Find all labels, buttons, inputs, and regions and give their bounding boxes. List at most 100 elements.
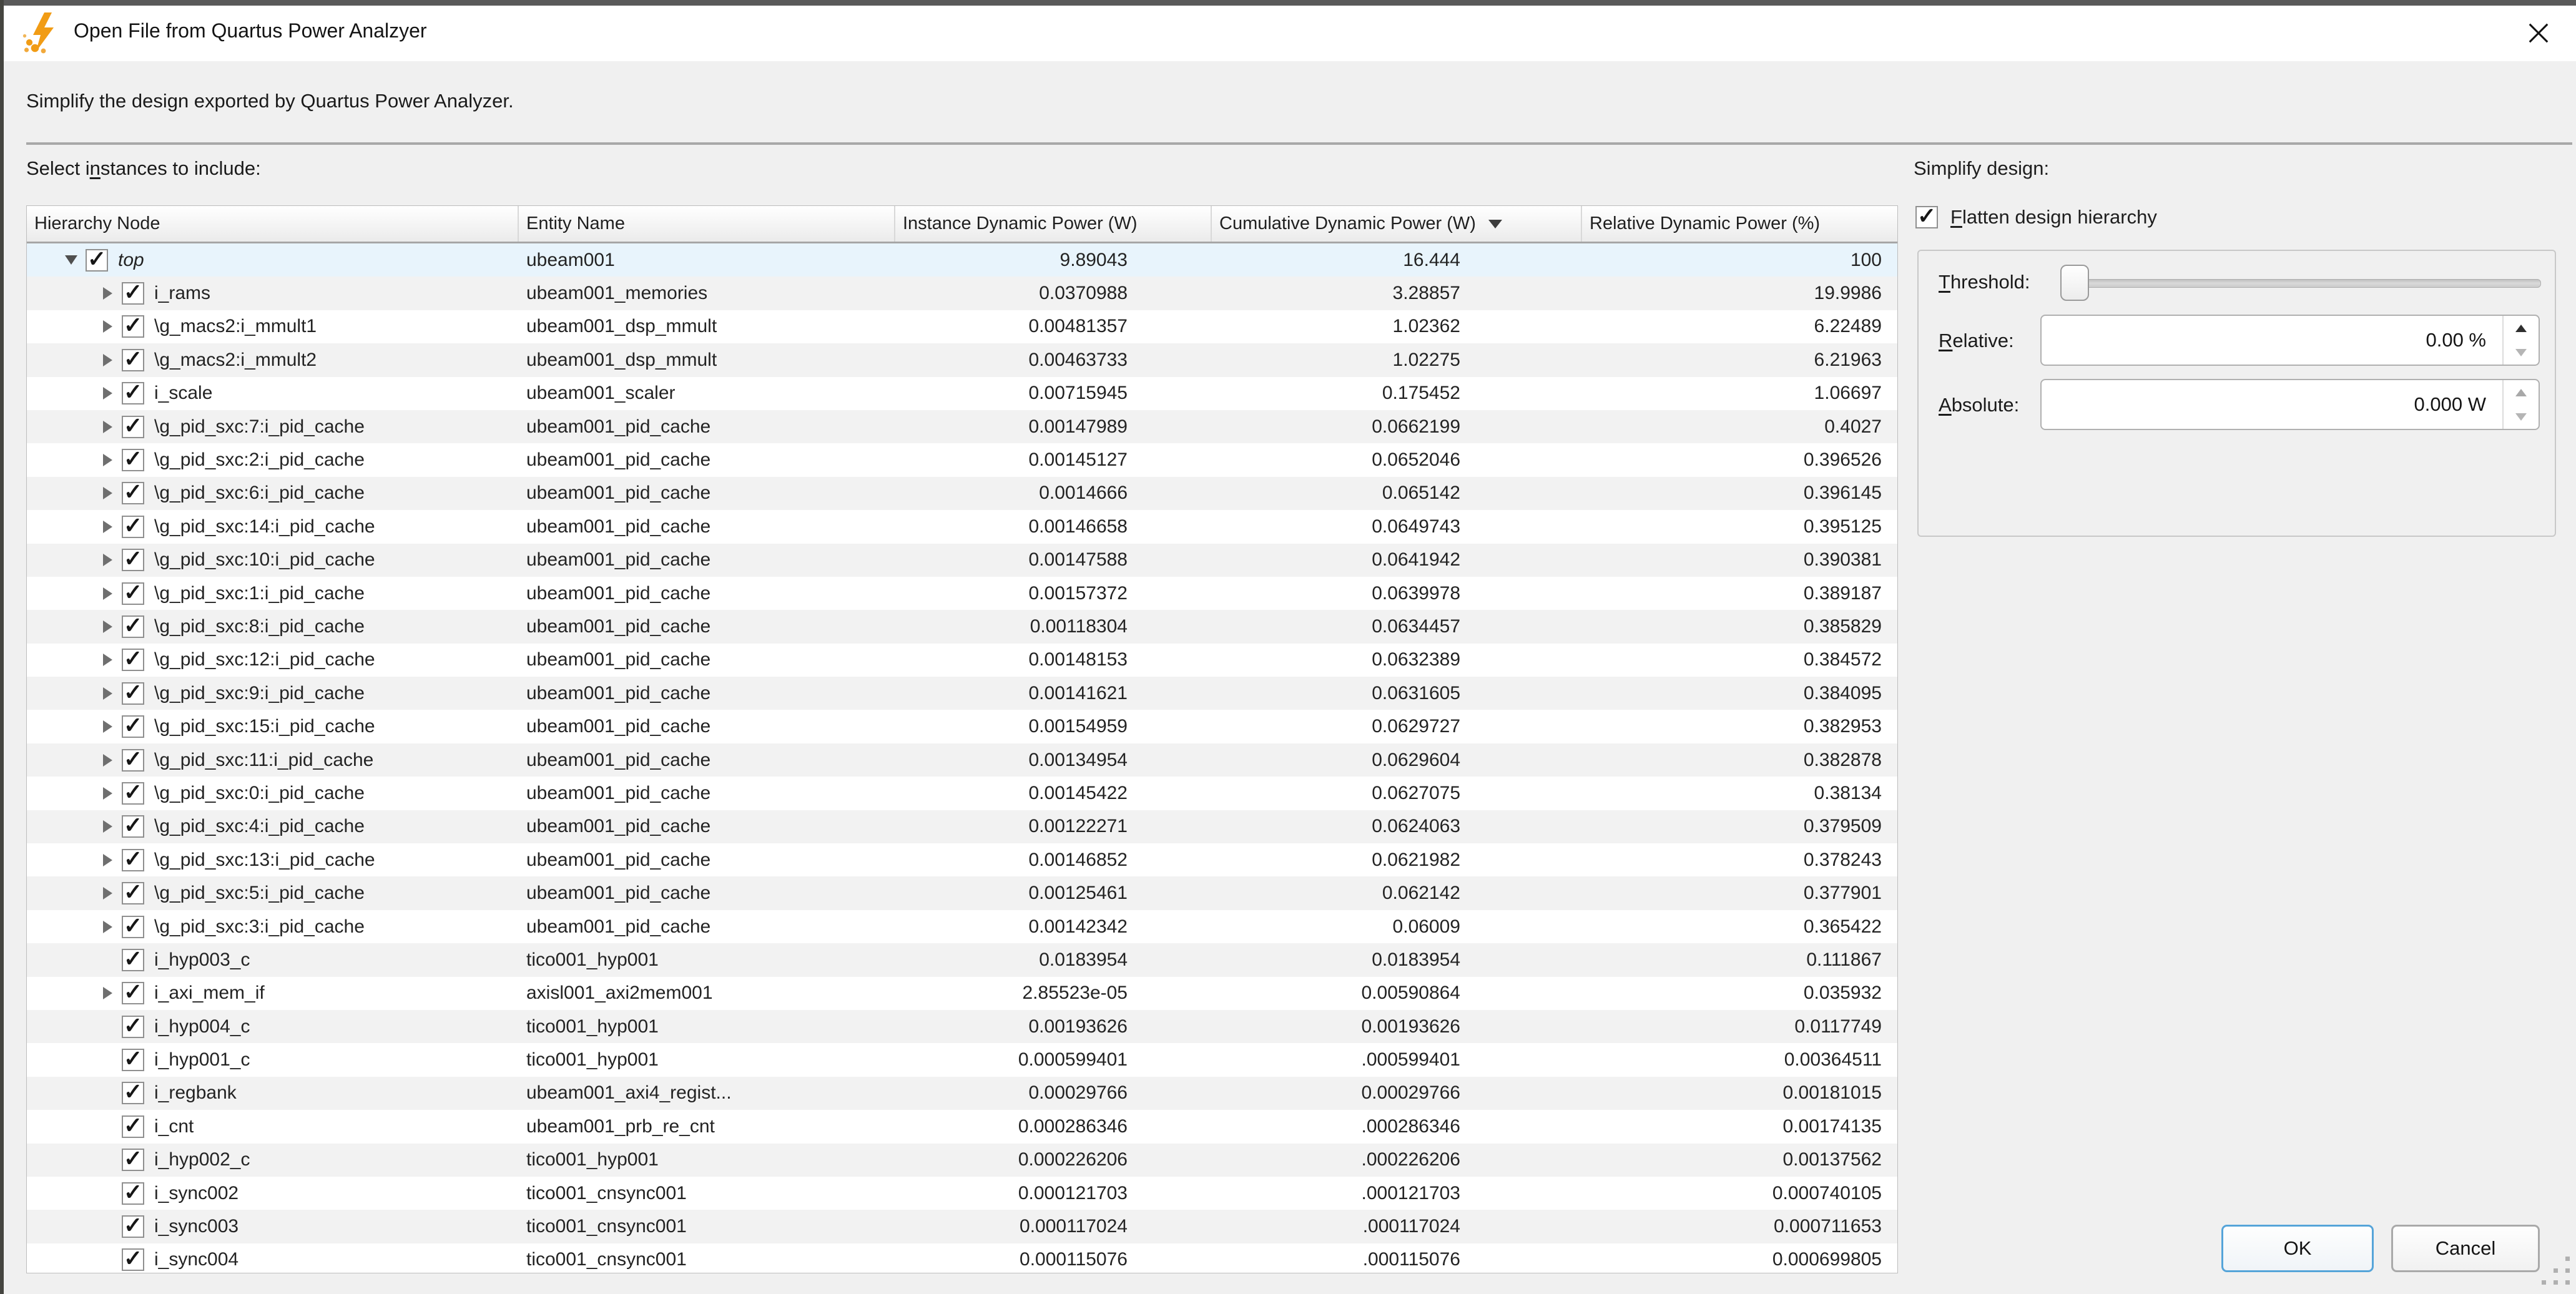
table-row[interactable]: \g_pid_sxc:7:i_pid_cacheubeam001_pid_cac… <box>27 410 1897 443</box>
table-row[interactable]: i_axi_mem_ifaxisl001_axi2mem0012.85523e-… <box>27 977 1897 1010</box>
row-checkbox[interactable] <box>122 1049 144 1071</box>
row-checkbox[interactable] <box>122 782 144 805</box>
row-checkbox[interactable] <box>122 315 144 338</box>
table-row[interactable]: \g_pid_sxc:6:i_pid_cacheubeam001_pid_cac… <box>27 477 1897 510</box>
table-row[interactable]: \g_pid_sxc:9:i_pid_cacheubeam001_pid_cac… <box>27 677 1897 710</box>
row-checkbox[interactable] <box>122 449 144 471</box>
flatten-hierarchy-checkbox[interactable] <box>1915 206 1938 228</box>
expand-icon[interactable] <box>93 820 122 833</box>
expand-icon[interactable] <box>93 587 122 600</box>
table-row[interactable]: \g_pid_sxc:13:i_pid_cacheubeam001_pid_ca… <box>27 843 1897 876</box>
expand-icon[interactable] <box>93 687 122 700</box>
threshold-slider-handle[interactable] <box>2060 265 2089 301</box>
table-row[interactable]: topubeam0019.8904316.444100 <box>27 243 1897 277</box>
row-checkbox[interactable] <box>122 482 144 504</box>
column-header-relative-power[interactable]: Relative Dynamic Power (%) <box>1582 206 1897 242</box>
row-checkbox[interactable] <box>122 1016 144 1038</box>
row-checkbox[interactable] <box>122 715 144 738</box>
row-checkbox[interactable] <box>122 1248 144 1271</box>
absolute-spinbox[interactable]: 0.000 W <box>2040 379 2540 430</box>
table-row[interactable]: \g_pid_sxc:1:i_pid_cacheubeam001_pid_cac… <box>27 577 1897 610</box>
expand-icon[interactable] <box>93 287 122 300</box>
absolute-spin-down-icon[interactable] <box>2504 404 2539 429</box>
table-row[interactable]: \g_pid_sxc:11:i_pid_cacheubeam001_pid_ca… <box>27 743 1897 777</box>
expand-icon[interactable] <box>93 987 122 999</box>
row-checkbox[interactable] <box>122 916 144 938</box>
table-row[interactable]: \g_pid_sxc:5:i_pid_cacheubeam001_pid_cac… <box>27 876 1897 909</box>
relative-spin-up-icon[interactable] <box>2504 316 2539 340</box>
table-row[interactable]: i_sync002tico001_cnsync0010.000121703.00… <box>27 1177 1897 1210</box>
expand-icon[interactable] <box>93 320 122 333</box>
expand-icon[interactable] <box>93 620 122 633</box>
expand-icon[interactable] <box>93 521 122 533</box>
expand-icon[interactable] <box>93 720 122 733</box>
expand-icon[interactable] <box>93 754 122 767</box>
row-checkbox[interactable] <box>122 582 144 605</box>
table-row[interactable]: \g_pid_sxc:0:i_pid_cacheubeam001_pid_cac… <box>27 777 1897 810</box>
expand-icon[interactable] <box>93 787 122 800</box>
expand-icon[interactable] <box>93 454 122 466</box>
row-checkbox[interactable] <box>122 516 144 538</box>
table-row[interactable]: i_regbankubeam001_axi4_regist...0.000297… <box>27 1077 1897 1110</box>
row-checkbox[interactable] <box>122 615 144 638</box>
table-row[interactable]: i_sync003tico001_cnsync0010.000117024.00… <box>27 1210 1897 1243</box>
row-checkbox[interactable] <box>86 249 108 272</box>
column-header-hierarchy-node[interactable]: Hierarchy Node <box>27 206 519 242</box>
column-header-instance-power[interactable]: Instance Dynamic Power (W) <box>895 206 1212 242</box>
table-row[interactable]: \g_macs2:i_mmult2ubeam001_dsp_mmult0.004… <box>27 343 1897 376</box>
row-checkbox[interactable] <box>122 682 144 705</box>
row-checkbox[interactable] <box>122 849 144 871</box>
expand-icon[interactable] <box>93 487 122 499</box>
row-checkbox[interactable] <box>122 416 144 438</box>
table-row[interactable]: i_ramsubeam001_memories0.03709883.288571… <box>27 277 1897 310</box>
column-header-entity-name[interactable]: Entity Name <box>519 206 895 242</box>
row-checkbox[interactable] <box>122 349 144 371</box>
table-row[interactable]: \g_pid_sxc:12:i_pid_cacheubeam001_pid_ca… <box>27 644 1897 677</box>
ok-button[interactable]: OK <box>2221 1225 2374 1272</box>
table-row[interactable]: i_cntubeam001_prb_re_cnt0.000286346.0002… <box>27 1110 1897 1143</box>
table-row[interactable]: \g_pid_sxc:15:i_pid_cacheubeam001_pid_ca… <box>27 710 1897 743</box>
threshold-slider-track[interactable] <box>2060 279 2541 288</box>
table-row[interactable]: i_hyp003_ctico001_hyp0010.01839540.01839… <box>27 943 1897 976</box>
expand-icon[interactable] <box>93 387 122 399</box>
expand-icon[interactable] <box>93 354 122 366</box>
table-row[interactable]: \g_macs2:i_mmult1ubeam001_dsp_mmult0.004… <box>27 310 1897 343</box>
expand-icon[interactable] <box>93 887 122 899</box>
table-row[interactable]: \g_pid_sxc:14:i_pid_cacheubeam001_pid_ca… <box>27 510 1897 543</box>
resize-grip[interactable] <box>2537 1257 2570 1289</box>
table-row[interactable]: \g_pid_sxc:10:i_pid_cacheubeam001_pid_ca… <box>27 544 1897 577</box>
row-checkbox[interactable] <box>122 649 144 671</box>
table-row[interactable]: i_hyp004_ctico001_hyp0010.001936260.0019… <box>27 1010 1897 1043</box>
row-checkbox[interactable] <box>122 882 144 904</box>
cancel-button[interactable]: Cancel <box>2391 1225 2540 1272</box>
table-row[interactable]: i_hyp001_ctico001_hyp0010.000599401.0005… <box>27 1043 1897 1076</box>
table-row[interactable]: \g_pid_sxc:8:i_pid_cacheubeam001_pid_cac… <box>27 610 1897 643</box>
flatten-hierarchy-checkbox-row[interactable]: Flatten design hierarchy <box>1915 206 2157 228</box>
collapse-icon[interactable] <box>57 255 86 265</box>
absolute-spin-up-icon[interactable] <box>2504 380 2539 404</box>
close-icon[interactable] <box>2520 14 2557 52</box>
row-checkbox[interactable] <box>122 949 144 971</box>
row-checkbox[interactable] <box>122 1215 144 1238</box>
row-checkbox[interactable] <box>122 815 144 838</box>
row-checkbox[interactable] <box>122 1149 144 1171</box>
expand-icon[interactable] <box>93 654 122 666</box>
table-row[interactable]: i_sync004tico001_cnsync0010.000115076.00… <box>27 1243 1897 1273</box>
expand-icon[interactable] <box>93 554 122 566</box>
row-checkbox[interactable] <box>122 382 144 404</box>
expand-icon[interactable] <box>93 421 122 433</box>
relative-spin-down-icon[interactable] <box>2504 340 2539 365</box>
row-checkbox[interactable] <box>122 1182 144 1205</box>
table-row[interactable]: \g_pid_sxc:3:i_pid_cacheubeam001_pid_cac… <box>27 910 1897 943</box>
absolute-value[interactable]: 0.000 W <box>2042 393 2502 416</box>
column-header-cumulative-power[interactable]: Cumulative Dynamic Power (W) <box>1212 206 1582 242</box>
row-checkbox[interactable] <box>122 1082 144 1104</box>
table-row[interactable]: i_hyp002_ctico001_hyp0010.000226206.0002… <box>27 1144 1897 1177</box>
row-checkbox[interactable] <box>122 282 144 305</box>
row-checkbox[interactable] <box>122 549 144 571</box>
expand-icon[interactable] <box>93 921 122 933</box>
row-checkbox[interactable] <box>122 1115 144 1138</box>
row-checkbox[interactable] <box>122 749 144 772</box>
table-row[interactable]: \g_pid_sxc:4:i_pid_cacheubeam001_pid_cac… <box>27 810 1897 843</box>
expand-icon[interactable] <box>93 854 122 866</box>
